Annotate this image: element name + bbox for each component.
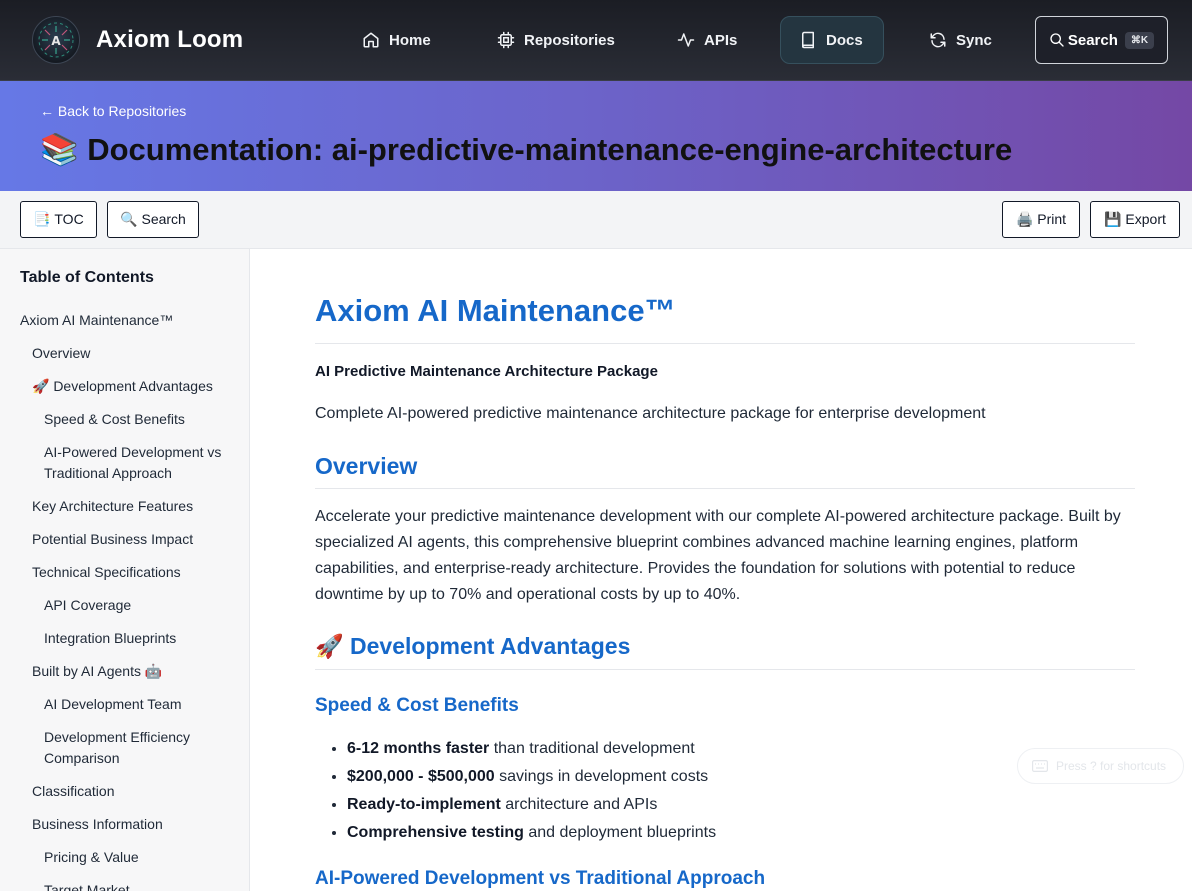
doc-subtitle: AI Predictive Maintenance Architecture P… (315, 363, 658, 380)
toc-item[interactable]: Overview (0, 337, 249, 370)
toc-item[interactable]: Business Information (0, 808, 249, 841)
advantages-heading: 🚀 Development Advantages (315, 633, 631, 659)
divider (315, 669, 1135, 670)
toc-button[interactable]: 📑 TOC (20, 201, 97, 238)
page-header: ← Back to Repositories 📚 Documentation: … (0, 81, 1192, 191)
book-icon (802, 31, 814, 49)
toc-item[interactable]: AI-Powered Development vs Traditional Ap… (0, 436, 249, 490)
nav-docs[interactable]: Docs (780, 16, 884, 64)
toc-item[interactable]: Classification (0, 775, 249, 808)
refresh-icon (930, 32, 946, 48)
toc-item[interactable]: Integration Blueprints (0, 622, 249, 655)
nav-docs-label: Docs (826, 31, 863, 49)
export-button[interactable]: 💾 Export (1090, 201, 1180, 238)
top-nav: A Axiom Loom Home Repositories APIs Docs… (0, 0, 1192, 81)
activity-icon (677, 33, 695, 47)
comparison-heading: AI-Powered Development vs Traditional Ap… (315, 868, 766, 889)
doc-intro: Complete AI-powered predictive maintenan… (315, 405, 986, 422)
brand[interactable]: A Axiom Loom (32, 16, 243, 64)
toc-heading: Table of Contents (20, 269, 154, 286)
toc-list: Axiom AI Maintenance™ Overview 🚀 Develop… (0, 304, 249, 891)
brand-name: Axiom Loom (96, 26, 244, 53)
search-icon (1050, 33, 1064, 47)
home-icon (363, 32, 379, 48)
svg-text:A: A (51, 34, 61, 48)
toc-item[interactable]: Key Architecture Features (0, 490, 249, 523)
overview-heading: Overview (315, 453, 418, 479)
global-search-button[interactable]: Search ⌘K (1035, 16, 1168, 64)
nav-repositories-label: Repositories (524, 31, 615, 49)
shortcut-hint[interactable]: Press ? for shortcuts (1017, 748, 1184, 784)
doc-search-button[interactable]: 🔍 Search (107, 201, 199, 238)
search-shortcut-badge: ⌘K (1124, 31, 1155, 49)
overview-text: Accelerate your predictive maintenance d… (315, 508, 1121, 603)
toc-item[interactable]: Speed & Cost Benefits (0, 403, 249, 436)
nav-apis-label: APIs (704, 31, 738, 49)
axiom-logo-icon: A (32, 16, 80, 64)
shortcut-hint-text: Press ? for shortcuts (1056, 759, 1167, 773)
nav-sync-label: Sync (956, 31, 992, 49)
toc-item[interactable]: Technical Specifications (0, 556, 249, 589)
chip-icon (497, 31, 515, 49)
toc-item[interactable]: API Coverage (0, 589, 249, 622)
toc-item[interactable]: Built by AI Agents 🤖 (0, 655, 249, 688)
toc-sidebar: Table of Contents Axiom AI Maintenance™ … (0, 249, 250, 891)
doc-content: Axiom AI Maintenance™ AI Predictive Main… (250, 249, 1192, 891)
global-search-label: Search (1067, 31, 1118, 49)
toc-item[interactable]: Pricing & Value (0, 841, 249, 874)
divider (315, 488, 1135, 489)
toc-item[interactable]: Axiom AI Maintenance™ (0, 304, 249, 337)
back-to-repositories-link[interactable]: ← Back to Repositories (40, 103, 186, 119)
doc-heading: Axiom AI Maintenance™ (315, 293, 676, 328)
nav-home-label: Home (389, 31, 431, 49)
divider (315, 343, 1135, 344)
print-button[interactable]: 🖨️ Print (1002, 201, 1080, 238)
nav-sync[interactable]: Sync (911, 16, 1010, 64)
speed-heading: Speed & Cost Benefits (315, 695, 519, 716)
benefits-list: 6-12 months faster than traditional deve… (347, 735, 716, 847)
list-item: Comprehensive testing and deployment blu… (347, 819, 716, 847)
page-title: 📚 Documentation: ai-predictive-maintenan… (40, 132, 1013, 167)
list-item: Ready-to-implement architecture and APIs (347, 791, 716, 819)
keyboard-icon (1032, 760, 1048, 772)
toc-item[interactable]: Development Efficiency Comparison (0, 721, 249, 775)
toc-item[interactable]: Target Market (0, 874, 249, 891)
doc-toolbar: 📑 TOC 🔍 Search 🖨️ Print 💾 Export (0, 191, 1192, 249)
toc-item[interactable]: AI Development Team (0, 688, 249, 721)
list-item: 6-12 months faster than traditional deve… (347, 735, 716, 763)
nav-apis[interactable]: APIs (659, 16, 755, 64)
toc-item[interactable]: 🚀 Development Advantages (0, 370, 249, 403)
nav-repositories[interactable]: Repositories (479, 16, 633, 64)
toc-item[interactable]: Potential Business Impact (0, 523, 249, 556)
list-item: $200,000 - $500,000 savings in developme… (347, 763, 716, 791)
nav-home[interactable]: Home (344, 16, 449, 64)
